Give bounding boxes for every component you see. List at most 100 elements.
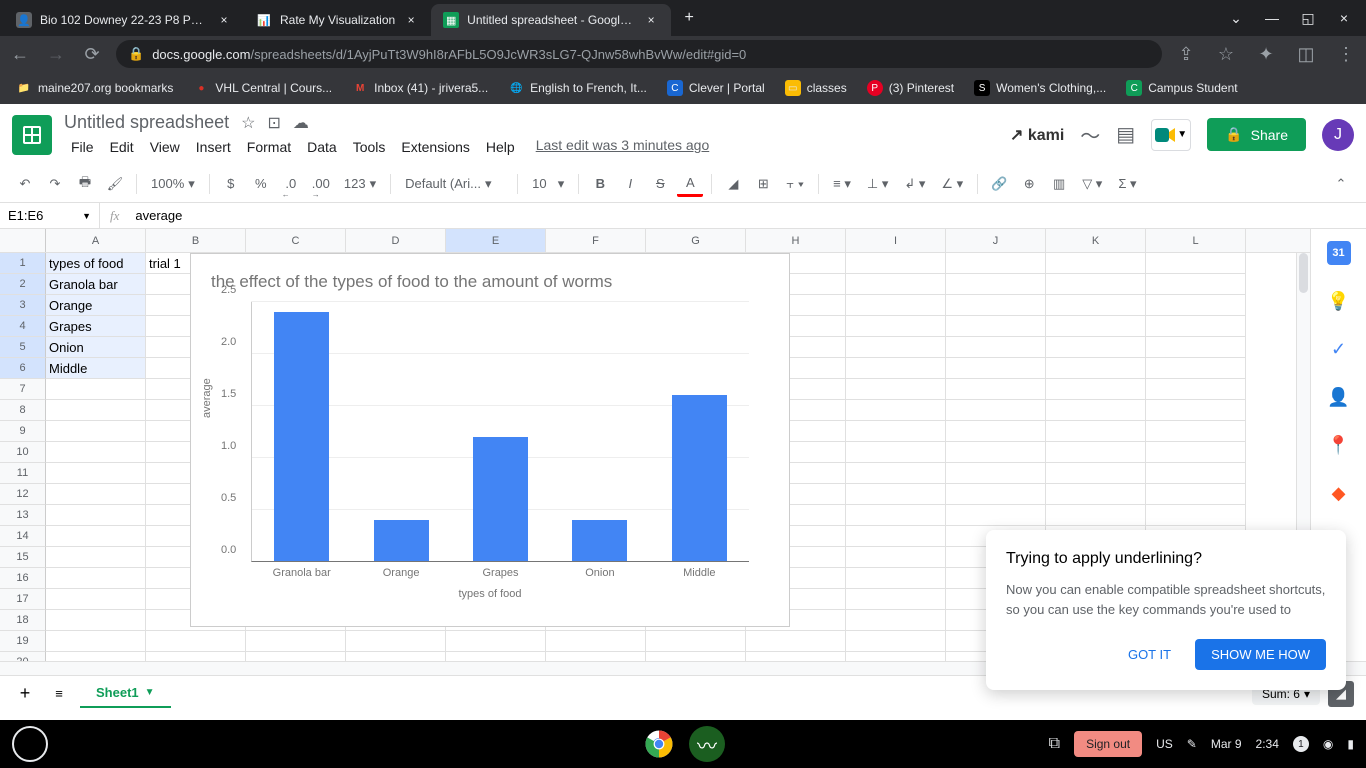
- row-header[interactable]: 7: [0, 379, 46, 400]
- cell-H20[interactable]: [746, 652, 846, 661]
- menu-extensions[interactable]: Extensions: [394, 137, 476, 157]
- maximize-icon[interactable]: ◱: [1298, 8, 1318, 28]
- browser-tab-2[interactable]: ▦ Untitled spreadsheet - Google Sh ×: [431, 4, 671, 36]
- close-window-icon[interactable]: ×: [1334, 8, 1354, 28]
- cell-K9[interactable]: [1046, 421, 1146, 442]
- cell-A14[interactable]: [46, 526, 146, 547]
- maps-icon[interactable]: 📍: [1327, 433, 1351, 457]
- cell-L10[interactable]: [1146, 442, 1246, 463]
- cell-J9[interactable]: [946, 421, 1046, 442]
- menu-help[interactable]: Help: [479, 137, 522, 157]
- cell-I14[interactable]: [846, 526, 946, 547]
- cell-F20[interactable]: [546, 652, 646, 661]
- row-header[interactable]: 5: [0, 337, 46, 358]
- cell-J3[interactable]: [946, 295, 1046, 316]
- cell-I11[interactable]: [846, 463, 946, 484]
- bookmark-item[interactable]: SWomen's Clothing,...: [966, 76, 1114, 100]
- row-header[interactable]: 6: [0, 358, 46, 379]
- forward-button[interactable]: →: [44, 42, 68, 66]
- row-header[interactable]: 18: [0, 610, 46, 631]
- cell-I7[interactable]: [846, 379, 946, 400]
- row-header[interactable]: 8: [0, 400, 46, 421]
- select-all-corner[interactable]: [0, 229, 46, 252]
- cell-K3[interactable]: [1046, 295, 1146, 316]
- cell-G19[interactable]: [646, 631, 746, 652]
- row-header[interactable]: 13: [0, 505, 46, 526]
- decrease-decimal-button[interactable]: .0←: [278, 171, 304, 197]
- cell-A13[interactable]: [46, 505, 146, 526]
- cell-L4[interactable]: [1146, 316, 1246, 337]
- activity-icon[interactable]: 〜: [1080, 120, 1100, 149]
- bookmark-item[interactable]: 📁maine207.org bookmarks: [8, 76, 181, 100]
- account-icon[interactable]: ◫: [1294, 42, 1318, 66]
- v-align-button[interactable]: ⊥ ▾: [861, 176, 894, 192]
- back-button[interactable]: ←: [8, 42, 32, 66]
- close-icon[interactable]: ×: [643, 12, 659, 28]
- cell-J1[interactable]: [946, 253, 1046, 274]
- col-header-F[interactable]: F: [546, 229, 646, 252]
- cell-L1[interactable]: [1146, 253, 1246, 274]
- currency-button[interactable]: $: [218, 171, 244, 197]
- cell-L8[interactable]: [1146, 400, 1246, 421]
- menu-tools[interactable]: Tools: [346, 137, 393, 157]
- cell-L12[interactable]: [1146, 484, 1246, 505]
- row-header[interactable]: 14: [0, 526, 46, 547]
- contacts-icon[interactable]: 👤: [1327, 385, 1351, 409]
- borders-button[interactable]: ⊞: [750, 171, 776, 197]
- row-header[interactable]: 19: [0, 631, 46, 652]
- menu-file[interactable]: File: [64, 137, 101, 157]
- got-it-button[interactable]: GOT IT: [1116, 639, 1183, 670]
- notification-badge[interactable]: 1: [1293, 736, 1309, 752]
- cell-K1[interactable]: [1046, 253, 1146, 274]
- col-header-E[interactable]: E: [446, 229, 546, 252]
- calendar-icon[interactable]: 31: [1327, 241, 1351, 265]
- cell-E20[interactable]: [446, 652, 546, 661]
- account-avatar[interactable]: J: [1322, 119, 1354, 151]
- embedded-chart[interactable]: the effect of the types of food to the a…: [190, 253, 790, 627]
- extensions-icon[interactable]: ✦: [1254, 42, 1278, 66]
- cell-A12[interactable]: [46, 484, 146, 505]
- share-icon[interactable]: ⇪: [1174, 42, 1198, 66]
- battery-icon[interactable]: ▮: [1347, 737, 1354, 751]
- row-header[interactable]: 15: [0, 547, 46, 568]
- bold-button[interactable]: B: [587, 171, 613, 197]
- cell-J11[interactable]: [946, 463, 1046, 484]
- row-header[interactable]: 4: [0, 316, 46, 337]
- col-header-B[interactable]: B: [146, 229, 246, 252]
- menu-view[interactable]: View: [143, 137, 187, 157]
- col-header-K[interactable]: K: [1046, 229, 1146, 252]
- cell-L7[interactable]: [1146, 379, 1246, 400]
- h-align-button[interactable]: ≡ ▾: [827, 176, 857, 192]
- cell-J2[interactable]: [946, 274, 1046, 295]
- cell-J10[interactable]: [946, 442, 1046, 463]
- keyboard-lang[interactable]: US: [1156, 737, 1173, 751]
- cell-E19[interactable]: [446, 631, 546, 652]
- cell-I19[interactable]: [846, 631, 946, 652]
- browser-tab-0[interactable]: 👤 Bio 102 Downey 22-23 P8 Per 8 ×: [4, 4, 244, 36]
- cell-I9[interactable]: [846, 421, 946, 442]
- cell-I5[interactable]: [846, 337, 946, 358]
- col-header-H[interactable]: H: [746, 229, 846, 252]
- sheets-logo-icon[interactable]: [12, 115, 52, 155]
- strikethrough-button[interactable]: S: [647, 171, 673, 197]
- row-header[interactable]: 12: [0, 484, 46, 505]
- cell-H19[interactable]: [746, 631, 846, 652]
- cell-A15[interactable]: [46, 547, 146, 568]
- chrome-app-icon[interactable]: [641, 726, 677, 762]
- cell-G20[interactable]: [646, 652, 746, 661]
- cell-K11[interactable]: [1046, 463, 1146, 484]
- row-header[interactable]: 9: [0, 421, 46, 442]
- cell-A7[interactable]: [46, 379, 146, 400]
- cell-L6[interactable]: [1146, 358, 1246, 379]
- screen-share-icon[interactable]: ⧉: [1049, 735, 1060, 753]
- cell-A1[interactable]: types of food: [46, 253, 146, 274]
- cell-B19[interactable]: [146, 631, 246, 652]
- cell-I8[interactable]: [846, 400, 946, 421]
- paint-format-button[interactable]: 🖌: [102, 171, 128, 197]
- cell-A16[interactable]: [46, 568, 146, 589]
- bookmark-item[interactable]: CClever | Portal: [659, 76, 773, 100]
- cell-K7[interactable]: [1046, 379, 1146, 400]
- col-header-D[interactable]: D: [346, 229, 446, 252]
- last-edit-link[interactable]: Last edit was 3 minutes ago: [536, 137, 710, 157]
- cell-L2[interactable]: [1146, 274, 1246, 295]
